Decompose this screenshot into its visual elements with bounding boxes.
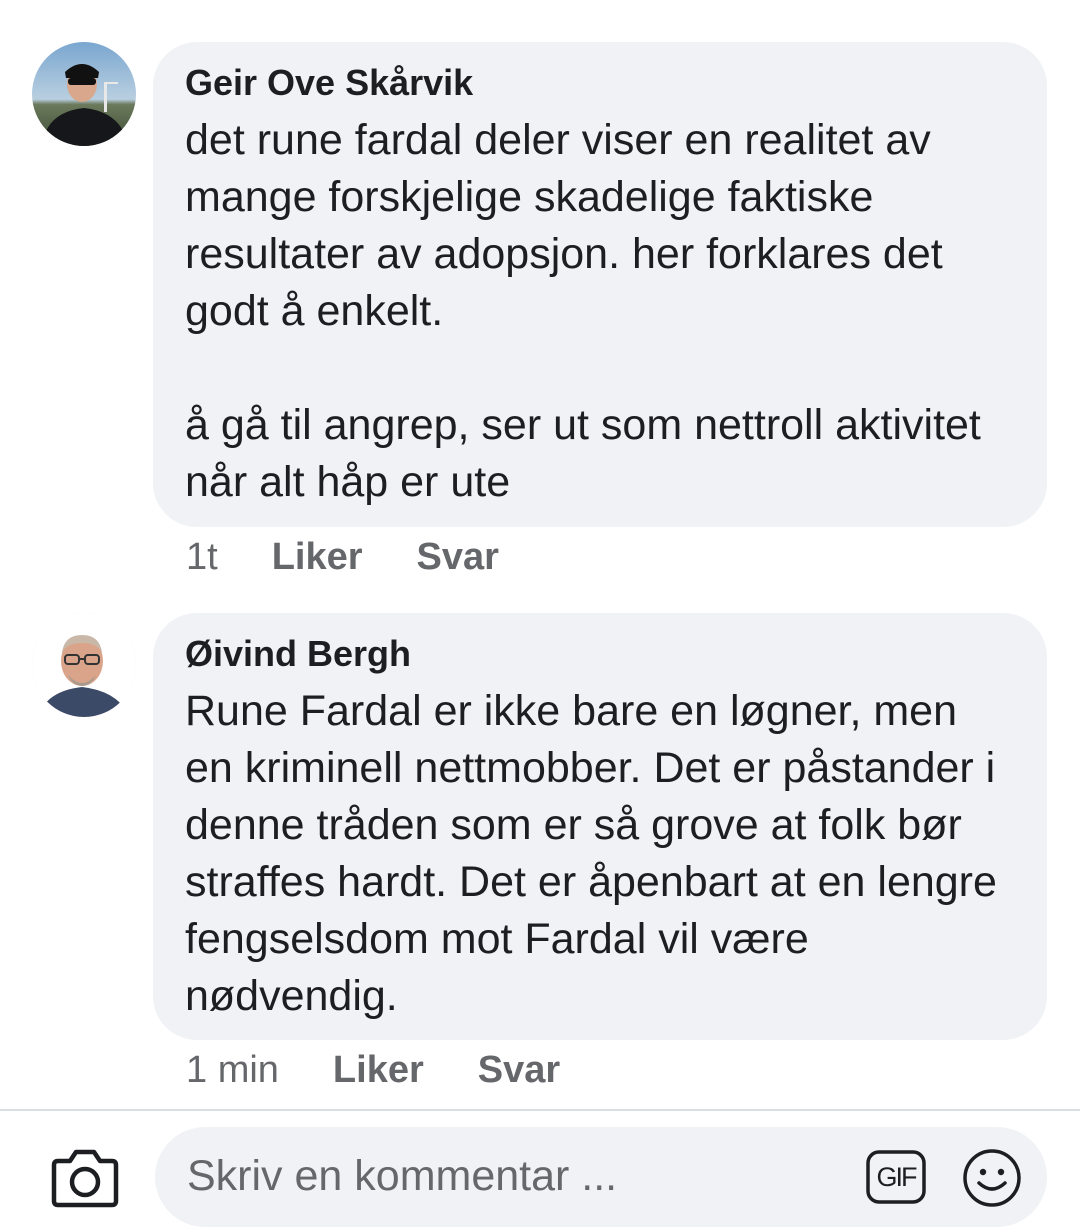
previous-content-fragment [250, 0, 500, 4]
like-button[interactable]: Liker [333, 1049, 424, 1092]
comment-bubble: Øivind Bergh Rune Fardal er ikke bare en… [153, 613, 1047, 1040]
comment-input[interactable] [185, 1145, 849, 1207]
comment-timestamp[interactable]: 1 min [186, 1049, 279, 1092]
avatar-photo [32, 42, 136, 146]
gif-button[interactable]: GIF [865, 1149, 927, 1205]
avatar-photo [32, 613, 136, 717]
comment-author[interactable]: Geir Ove Skårvik [185, 60, 1015, 106]
camera-icon[interactable] [50, 1147, 120, 1209]
reply-button[interactable]: Svar [478, 1049, 560, 1092]
comment-input-container[interactable]: GIF [155, 1127, 1047, 1227]
like-button[interactable]: Liker [272, 536, 363, 579]
gif-label: GIF [876, 1162, 918, 1192]
comment-meta: 1 min Liker Svar [186, 1045, 614, 1095]
comment-author[interactable]: Øivind Bergh [185, 631, 1015, 677]
comment-timestamp[interactable]: 1t [186, 536, 218, 579]
comment-text: det rune fardal deler viser en realitet … [185, 116, 981, 506]
comment-text: Rune Fardal er ikke bare en løgner, men … [185, 687, 1009, 1020]
comment-bubble: Geir Ove Skårvik det rune fardal deler v… [153, 42, 1047, 527]
comment-meta: 1t Liker Svar [186, 532, 553, 582]
avatar[interactable] [32, 42, 136, 146]
comment-composer: GIF [0, 1111, 1080, 1227]
reply-button[interactable]: Svar [417, 536, 499, 579]
avatar[interactable] [32, 613, 136, 717]
smiley-icon[interactable] [961, 1147, 1023, 1209]
